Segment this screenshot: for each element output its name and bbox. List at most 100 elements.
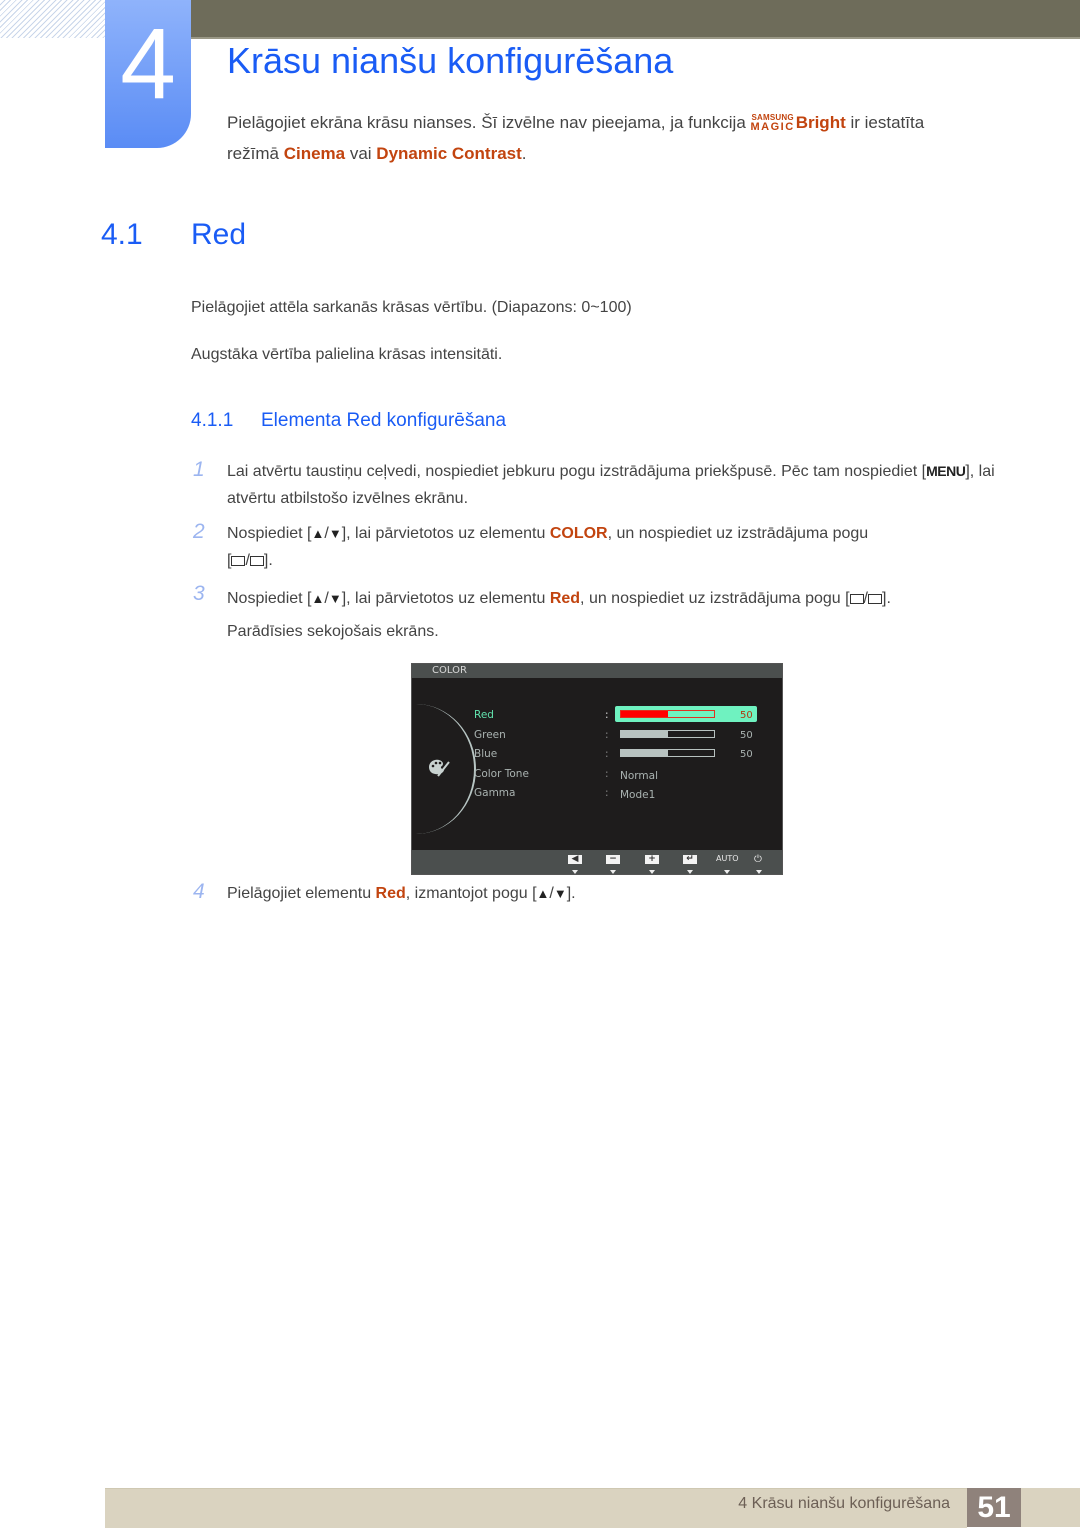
chapter-number-block: 4	[105, 0, 191, 148]
subsection-heading: 4.1.1 Elementa Red konfigurēšana	[191, 410, 506, 432]
osd-slider-value: 50	[740, 710, 753, 721]
intro-text: .	[521, 144, 527, 163]
intro-text: Pielāgojiet ekrāna krāsu nianses. Šī izv…	[227, 113, 751, 132]
button-pointer-icon	[687, 870, 693, 874]
osd-row-colon: :	[605, 748, 609, 760]
step-text-part: , izmantojot pogu [	[405, 885, 537, 902]
osd-row-label: Gamma	[474, 787, 516, 799]
osd-row-colon: :	[605, 768, 609, 780]
source-icon	[849, 594, 864, 604]
header-bar	[190, 0, 1080, 39]
step-text-part: Nospiediet [	[227, 525, 312, 542]
chapter-title: Krāsu nianšu konfigurēšana	[227, 40, 674, 81]
bracket: ].	[263, 552, 273, 569]
osd-row-value: Normal	[620, 770, 658, 782]
step-text-part: Nospiediet [	[227, 590, 312, 607]
step-number: 4	[193, 880, 205, 903]
osd-row-colon: :	[605, 787, 609, 799]
osd-row-red[interactable]: Red: 50	[474, 706, 759, 724]
osd-row-label: Green	[474, 729, 506, 741]
source-icon	[231, 556, 246, 566]
down-arrow-icon: ▼	[553, 886, 567, 901]
step-text-part: Lai atvērtu taustiņu ceļvedi, nospiediet…	[227, 463, 927, 480]
up-arrow-icon: ▲	[311, 526, 325, 541]
up-arrow-icon: ▲	[311, 591, 325, 606]
osd-row-label: Blue	[474, 748, 498, 760]
subsection-number: 4.1.1	[191, 410, 234, 431]
footer-chapter-title: 4 Krāsu nianšu konfigurēšana	[738, 1495, 950, 1512]
enter-icon	[868, 594, 882, 604]
button-pointer-icon	[610, 870, 616, 874]
osd-row-color-tone[interactable]: Color Tone: Normal	[474, 765, 759, 783]
osd-header: COLOR	[412, 664, 782, 678]
section-title: Red	[191, 218, 247, 251]
step-text-part: Parādīsies sekojošais ekrāns.	[227, 623, 439, 640]
step-text-part: , un nospiediet uz izstrādājuma pogu [	[580, 590, 850, 607]
osd-row-label: Red	[474, 709, 494, 721]
down-arrow-icon: ▼	[328, 526, 342, 541]
osd-row-gamma[interactable]: Gamma: Mode1	[474, 784, 759, 802]
osd-slider-fill	[621, 750, 668, 756]
step-text-part: ], lai pārvietotos uz elementu	[341, 525, 550, 542]
step-number: 1	[193, 458, 205, 481]
up-arrow-icon: ▲	[536, 886, 550, 901]
intro-text: režīmā	[227, 144, 284, 163]
step-4-text: Pielāgojiet elementu Red, izmantojot pog…	[227, 880, 997, 907]
menu-key: MENU	[926, 463, 966, 479]
decorative-hatch	[0, 0, 105, 38]
step-text-part: ].	[566, 885, 576, 902]
step-text-part: Pielāgojiet elementu	[227, 885, 376, 902]
left-icon[interactable]: ◀	[568, 855, 582, 864]
osd-row-colon: :	[605, 729, 609, 741]
auto-button[interactable]: AUTO	[716, 854, 739, 863]
chapter-number: 4	[120, 8, 176, 120]
enter-icon	[249, 556, 264, 566]
intro-text: ir iestatīta	[845, 113, 925, 132]
dynamic-contrast-label: Dynamic Contrast	[376, 144, 522, 163]
plus-icon[interactable]: +	[645, 855, 659, 864]
osd-row-label: Color Tone	[474, 768, 529, 780]
osd-row-blue[interactable]: Blue: 50	[474, 745, 759, 763]
osd-slider-fill	[621, 711, 668, 717]
button-pointer-icon	[572, 870, 578, 874]
step-number: 2	[193, 520, 205, 543]
step-text-part: , un nospiediet uz izstrādājuma pogu	[607, 525, 869, 542]
red-label: Red	[549, 590, 581, 607]
power-icon[interactable]: ⏻	[754, 854, 762, 865]
minus-icon[interactable]: −	[606, 855, 620, 864]
osd-color-menu: COLOR Red: 50 Green: 50 Blue: 50 Color Tone: No…	[411, 663, 783, 875]
bracket: ].	[882, 590, 891, 607]
button-pointer-icon	[756, 870, 762, 874]
subsection-title: Elementa Red konfigurēšana	[261, 410, 507, 431]
step-text-part: ], lai pārvietotos uz elementu	[341, 590, 550, 607]
step-1-text: Lai atvērtu taustiņu ceļvedi, nospiediet…	[227, 458, 997, 512]
color-label: COLOR	[549, 525, 608, 542]
section-number: 4.1	[101, 218, 143, 251]
osd-slider-value: 50	[740, 749, 753, 760]
samsung-magic-logo: SAMSUNG MAGIC	[751, 114, 795, 133]
intro-text: vai	[345, 144, 377, 163]
osd-slider[interactable]	[620, 730, 715, 738]
red-label: Red	[375, 885, 406, 902]
enter-icon[interactable]: ↵	[683, 855, 697, 864]
osd-slider[interactable]	[620, 749, 715, 757]
palette-icon	[429, 759, 450, 777]
button-pointer-icon	[649, 870, 655, 874]
section-paragraph-1: Pielāgojiet attēla sarkanās krāsas vērtī…	[191, 299, 632, 316]
page-footer-bar-right	[1021, 1488, 1080, 1527]
button-pointer-icon	[724, 870, 730, 874]
step-number: 3	[193, 582, 205, 605]
osd-row-green[interactable]: Green: 50	[474, 726, 759, 744]
magic-logo-bottom: MAGIC	[750, 121, 795, 133]
chapter-intro: Pielāgojiet ekrāna krāsu nianses. Šī izv…	[227, 107, 1027, 169]
osd-row-colon: :	[605, 709, 609, 721]
osd-footer: ◀ − + ↵ AUTO ⏻	[412, 850, 782, 874]
cinema-label: Cinema	[283, 144, 346, 163]
osd-slider-value: 50	[740, 730, 753, 741]
section-paragraph-2: Augstāka vērtība palielina krāsas intens…	[191, 346, 503, 363]
osd-row-value: Mode1	[620, 789, 656, 801]
step-3-text: Nospiediet [▲/▼], lai pārvietotos uz ele…	[227, 590, 891, 640]
osd-slider-fill	[621, 731, 668, 737]
osd-slider[interactable]	[620, 710, 715, 718]
bright-label: Bright	[795, 113, 846, 132]
